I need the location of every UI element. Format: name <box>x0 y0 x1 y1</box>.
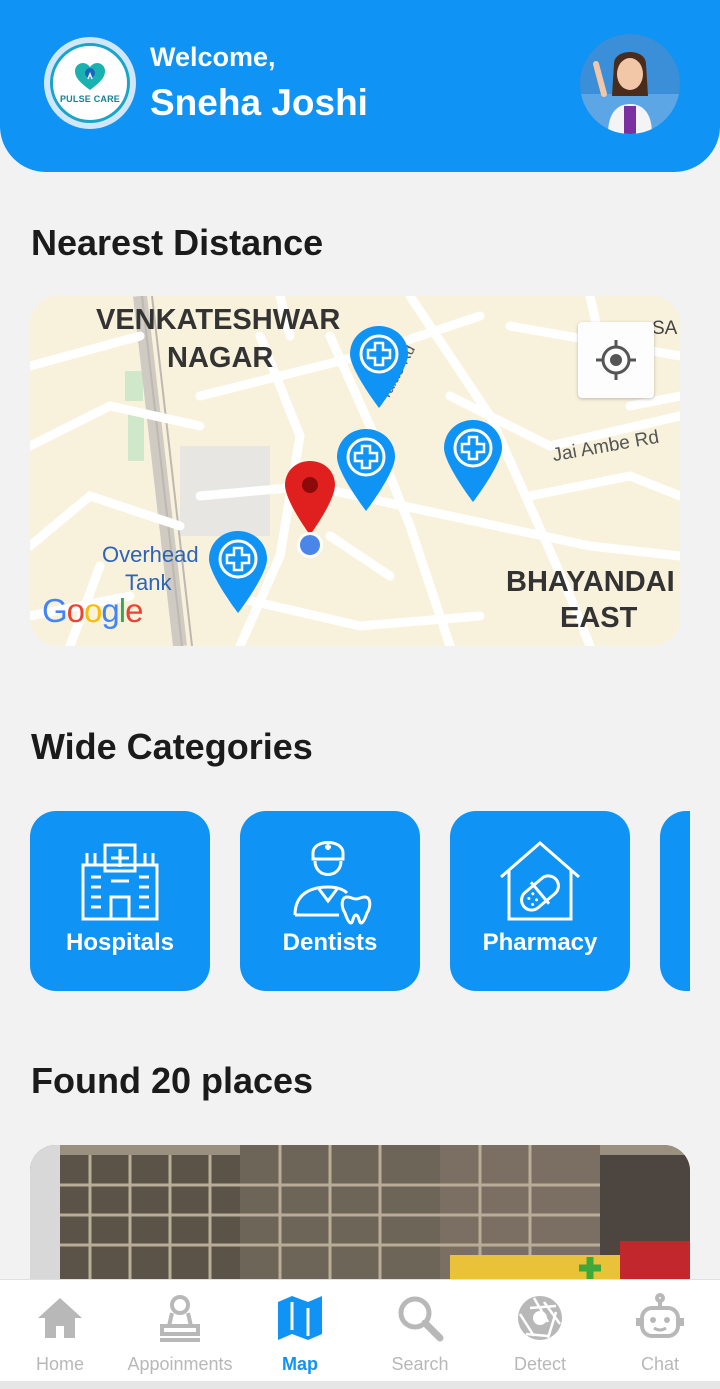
wide-categories-title: Wide Categories <box>31 726 313 767</box>
google-logo: Google <box>42 592 143 629</box>
categories-carousel[interactable]: Hospitals Dentists Pharmacy <box>30 811 690 991</box>
nav-label: Home <box>35 1354 84 1374</box>
category-label: Pharmacy <box>482 929 598 956</box>
nav-label: Search <box>391 1354 449 1374</box>
nav-chat[interactable]: Chat <box>600 1280 720 1380</box>
hospital-pin-icon[interactable] <box>348 324 410 408</box>
app-header: PULSE CARE Welcome, Sneha Joshi <box>0 0 720 172</box>
selected-location-pin-icon[interactable] <box>283 459 337 535</box>
system-nav-strip <box>0 1381 720 1389</box>
building-photo <box>30 1145 690 1295</box>
nav-home[interactable]: Home <box>0 1280 120 1380</box>
category-dentists[interactable]: Dentists <box>240 811 420 991</box>
nav-label: Map <box>282 1354 318 1374</box>
place-card-image[interactable] <box>30 1145 690 1295</box>
map-area-label: SA <box>652 318 678 339</box>
bottom-navigation: Home Appoinments Map Search Detect Chat <box>0 1279 720 1389</box>
welcome-text: Welcome, <box>150 42 276 72</box>
nearest-distance-title: Nearest Distance <box>31 222 324 263</box>
category-label: Dentists <box>282 929 378 956</box>
home-icon <box>38 1298 82 1338</box>
map-poi-label: Overhead <box>102 542 199 567</box>
map-area-label: NAGAR <box>167 342 274 374</box>
aperture-icon <box>518 1296 562 1340</box>
appointments-icon <box>160 1295 200 1342</box>
found-places-title: Found 20 places <box>31 1060 314 1101</box>
pharmacy-icon <box>500 841 580 921</box>
map-area-label: EAST <box>560 602 638 634</box>
heart-logo-icon <box>75 63 105 90</box>
hospital-pin-icon[interactable] <box>335 427 397 511</box>
category-pharmacy[interactable]: Pharmacy <box>450 811 630 991</box>
nav-label: Detect <box>513 1354 567 1374</box>
category-hospitals[interactable]: Hospitals <box>30 811 210 991</box>
robot-icon <box>636 1293 684 1338</box>
nav-label: Appoinments <box>127 1354 233 1374</box>
map-icon <box>278 1296 322 1340</box>
hospital-pin-icon[interactable] <box>207 529 269 613</box>
crosshair-icon <box>596 340 636 380</box>
nav-map[interactable]: Map <box>240 1280 360 1380</box>
nav-label: Chat <box>640 1354 680 1374</box>
search-icon <box>398 1296 444 1342</box>
hospital-icon <box>81 843 159 921</box>
map-area-label: VENKATESHWAR <box>96 304 341 336</box>
pulse-care-logo: PULSE CARE <box>44 37 136 129</box>
map-area-label: BHAYANDAI <box>506 566 675 598</box>
my-location-button[interactable] <box>578 322 654 398</box>
category-label: Hospitals <box>65 929 175 956</box>
nav-detect[interactable]: Detect <box>480 1280 600 1380</box>
dentist-icon <box>293 841 372 925</box>
hospital-pin-icon[interactable] <box>442 418 504 502</box>
nav-search[interactable]: Search <box>360 1280 480 1380</box>
category-more[interactable] <box>660 811 690 991</box>
profile-avatar[interactable] <box>580 34 680 134</box>
current-location-dot-icon <box>297 532 323 558</box>
logo-text: PULSE CARE <box>59 94 120 104</box>
user-name: Sneha Joshi <box>150 82 368 123</box>
nav-appointments[interactable]: Appoinments <box>120 1280 240 1380</box>
